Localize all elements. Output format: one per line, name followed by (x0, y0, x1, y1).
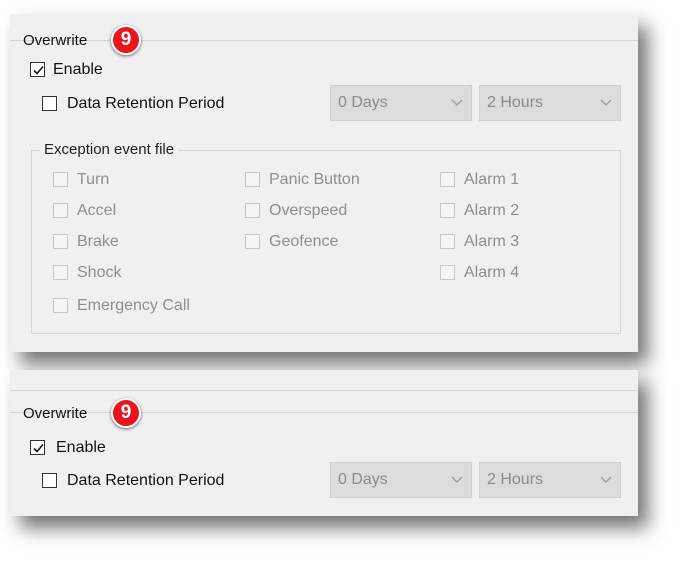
data-retention-checkbox[interactable] (42, 473, 57, 488)
data-retention-label: Data Retention Period (67, 95, 225, 112)
exception-event-legend: Exception event file (40, 141, 179, 158)
panel-divider (10, 390, 638, 391)
chevron-down-icon (600, 99, 612, 106)
alarm-2-label: Alarm 2 (464, 202, 520, 219)
chevron-down-icon (600, 476, 612, 483)
brake-label: Brake (77, 233, 119, 250)
days-value: 0 Days (338, 94, 388, 111)
overwrite-panel-1: Overwrite 9 Enable Data Retention Period… (10, 14, 638, 352)
data-retention-label: Data Retention Period (67, 472, 225, 489)
hours-dropdown[interactable]: 2 Hours (479, 85, 621, 121)
days-value: 0 Days (338, 471, 388, 488)
hours-dropdown[interactable]: 2 Hours (479, 462, 621, 498)
hours-value: 2 Hours (487, 94, 544, 111)
overwrite-title: Overwrite (23, 405, 88, 422)
panic-button-checkbox[interactable] (245, 172, 260, 187)
turn-checkbox[interactable] (53, 172, 68, 187)
shock-label: Shock (77, 264, 122, 281)
geofence-label: Geofence (269, 233, 339, 250)
alarm-3-checkbox[interactable] (440, 234, 455, 249)
overwrite-panel-2: Overwrite 9 Enable Data Retention Period… (10, 370, 638, 516)
enable-label: Enable (56, 439, 106, 456)
panel-divider (10, 40, 638, 41)
geofence-checkbox[interactable] (245, 234, 260, 249)
step-badge: 9 (111, 25, 141, 55)
emergency-call-label: Emergency Call (77, 297, 190, 314)
check-icon (33, 443, 44, 453)
days-dropdown[interactable]: 0 Days (330, 85, 472, 121)
days-dropdown[interactable]: 0 Days (330, 462, 472, 498)
data-retention-checkbox[interactable] (42, 96, 57, 111)
check-icon (33, 65, 44, 75)
shock-checkbox[interactable] (53, 265, 68, 280)
alarm-4-checkbox[interactable] (440, 265, 455, 280)
chevron-down-icon (451, 476, 463, 483)
accel-label: Accel (77, 202, 117, 219)
panic-button-label: Panic Button (269, 171, 360, 188)
panel-divider (10, 412, 638, 413)
overspeed-label: Overspeed (269, 202, 348, 219)
enable-checkbox[interactable] (30, 62, 45, 77)
alarm-3-label: Alarm 3 (464, 233, 520, 250)
alarm-2-checkbox[interactable] (440, 203, 455, 218)
alarm-1-label: Alarm 1 (464, 171, 520, 188)
overspeed-checkbox[interactable] (245, 203, 260, 218)
turn-label: Turn (77, 171, 110, 188)
enable-label: Enable (53, 61, 103, 78)
alarm-4-label: Alarm 4 (464, 264, 520, 281)
enable-checkbox[interactable] (30, 440, 45, 455)
emergency-call-checkbox[interactable] (53, 298, 68, 313)
brake-checkbox[interactable] (53, 234, 68, 249)
overwrite-title: Overwrite (23, 32, 88, 49)
step-badge: 9 (111, 398, 141, 428)
accel-checkbox[interactable] (53, 203, 68, 218)
chevron-down-icon (451, 99, 463, 106)
alarm-1-checkbox[interactable] (440, 172, 455, 187)
hours-value: 2 Hours (487, 471, 544, 488)
